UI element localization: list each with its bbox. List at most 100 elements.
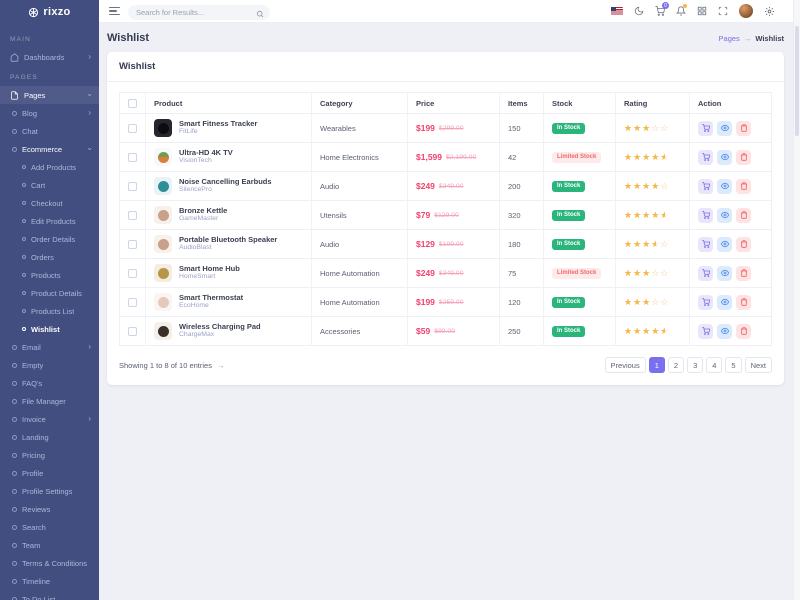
delete-button[interactable] bbox=[736, 266, 751, 281]
user-avatar[interactable] bbox=[739, 4, 753, 18]
delete-button[interactable] bbox=[736, 208, 751, 223]
page-button-3[interactable]: 3 bbox=[687, 357, 703, 373]
sidebar-item-products[interactable]: Products bbox=[0, 266, 99, 284]
sidebar-item-empty[interactable]: Empty bbox=[0, 356, 99, 374]
add-to-cart-button[interactable] bbox=[698, 150, 713, 165]
product-name[interactable]: Smart Thermostat bbox=[179, 293, 243, 302]
row-checkbox[interactable] bbox=[128, 211, 137, 220]
product-name[interactable]: Smart Home Hub bbox=[179, 264, 240, 273]
product-name[interactable]: Bronze Kettle bbox=[179, 206, 227, 215]
add-to-cart-button[interactable] bbox=[698, 324, 713, 339]
sidebar-item-dashboards[interactable]: Dashboards› bbox=[0, 48, 99, 66]
sidebar-item-profile[interactable]: Profile bbox=[0, 464, 99, 482]
delete-button[interactable] bbox=[736, 324, 751, 339]
sidebar-item-products-list[interactable]: Products List bbox=[0, 302, 99, 320]
sidebar-item-label: Profile bbox=[22, 469, 43, 478]
sidebar-item-timeline[interactable]: Timeline bbox=[0, 572, 99, 590]
previous-page-button[interactable]: Previous bbox=[605, 357, 646, 373]
add-to-cart-button[interactable] bbox=[698, 237, 713, 252]
fullscreen-icon[interactable] bbox=[718, 6, 728, 16]
sidebar-item-wishlist[interactable]: Wishlist bbox=[0, 320, 99, 338]
sidebar-item-checkout[interactable]: Checkout bbox=[0, 194, 99, 212]
dark-mode-moon-icon[interactable] bbox=[634, 6, 644, 16]
breadcrumb-parent[interactable]: Pages bbox=[719, 34, 740, 43]
column-header-rating: Rating bbox=[616, 93, 690, 113]
sidebar-item-invoice[interactable]: Invoice› bbox=[0, 410, 99, 428]
more-options-icon[interactable]: ⋮ bbox=[786, 6, 790, 17]
view-button[interactable] bbox=[717, 150, 732, 165]
page-button-5[interactable]: 5 bbox=[725, 357, 741, 373]
search-input[interactable] bbox=[128, 5, 270, 20]
row-checkbox[interactable] bbox=[128, 298, 137, 307]
sidebar-item-product-details[interactable]: Product Details bbox=[0, 284, 99, 302]
sidebar-item-chat[interactable]: Chat bbox=[0, 122, 99, 140]
sidebar-item-cart[interactable]: Cart bbox=[0, 176, 99, 194]
row-checkbox[interactable] bbox=[128, 327, 137, 336]
page-button-1[interactable]: 1 bbox=[649, 357, 665, 373]
sidebar-item-file-manager[interactable]: File Manager bbox=[0, 392, 99, 410]
view-button[interactable] bbox=[717, 237, 732, 252]
sidebar-item-terms-conditions[interactable]: Terms & Conditions bbox=[0, 554, 99, 572]
sidebar-item-email[interactable]: Email› bbox=[0, 338, 99, 356]
product-brand: SilencePro bbox=[179, 186, 272, 194]
app-logo[interactable]: rixzo bbox=[0, 0, 99, 24]
view-button[interactable] bbox=[717, 121, 732, 136]
sidebar-item-faq-s[interactable]: FAQ's bbox=[0, 374, 99, 392]
product-name[interactable]: Ultra-HD 4K TV bbox=[179, 148, 233, 157]
cart-icon[interactable]: 0 bbox=[655, 6, 665, 16]
delete-button[interactable] bbox=[736, 295, 751, 310]
sidebar-item-add-products[interactable]: Add Products bbox=[0, 158, 99, 176]
sidebar-item-team[interactable]: Team bbox=[0, 536, 99, 554]
sidebar-item-ecommerce[interactable]: Ecommerce› bbox=[0, 140, 99, 158]
page-button-4[interactable]: 4 bbox=[706, 357, 722, 373]
row-checkbox[interactable] bbox=[128, 182, 137, 191]
delete-button[interactable] bbox=[736, 237, 751, 252]
sidebar-item-reviews[interactable]: Reviews bbox=[0, 500, 99, 518]
scrollbar-thumb[interactable] bbox=[795, 26, 799, 136]
apps-grid-icon[interactable] bbox=[697, 6, 707, 16]
product-name[interactable]: Wireless Charging Pad bbox=[179, 322, 261, 331]
view-button[interactable] bbox=[717, 208, 732, 223]
sidebar-item-pricing[interactable]: Pricing bbox=[0, 446, 99, 464]
sidebar-item-order-details[interactable]: Order Details bbox=[0, 230, 99, 248]
select-all-checkbox[interactable] bbox=[128, 99, 137, 108]
bullet-icon bbox=[12, 525, 17, 530]
scrollbar[interactable] bbox=[793, 0, 800, 600]
sidebar-item-blog[interactable]: Blog› bbox=[0, 104, 99, 122]
sidebar-item-orders[interactable]: Orders bbox=[0, 248, 99, 266]
view-button[interactable] bbox=[717, 179, 732, 194]
sidebar-item-profile-settings[interactable]: Profile Settings bbox=[0, 482, 99, 500]
view-button[interactable] bbox=[717, 295, 732, 310]
page-button-2[interactable]: 2 bbox=[668, 357, 684, 373]
next-page-button[interactable]: Next bbox=[745, 357, 772, 373]
delete-button[interactable] bbox=[736, 121, 751, 136]
add-to-cart-button[interactable] bbox=[698, 266, 713, 281]
sidebar-item-search[interactable]: Search bbox=[0, 518, 99, 536]
row-checkbox[interactable] bbox=[128, 124, 137, 133]
product-name[interactable]: Smart Fitness Tracker bbox=[179, 119, 257, 128]
row-checkbox[interactable] bbox=[128, 153, 137, 162]
sidebar-item-edit-products[interactable]: Edit Products bbox=[0, 212, 99, 230]
stock-badge: Limited Stock bbox=[552, 152, 601, 163]
sidebar-item-pages[interactable]: Pages› bbox=[0, 86, 99, 104]
sidebar-item-to-do-list[interactable]: To Do List bbox=[0, 590, 99, 600]
delete-button[interactable] bbox=[736, 179, 751, 194]
view-button[interactable] bbox=[717, 266, 732, 281]
row-checkbox[interactable] bbox=[128, 269, 137, 278]
language-flag-icon[interactable] bbox=[611, 7, 623, 15]
hamburger-menu-icon[interactable] bbox=[109, 7, 120, 15]
add-to-cart-button[interactable] bbox=[698, 179, 713, 194]
notifications-bell-icon[interactable] bbox=[676, 6, 686, 16]
add-to-cart-button[interactable] bbox=[698, 295, 713, 310]
row-checkbox[interactable] bbox=[128, 240, 137, 249]
delete-button[interactable] bbox=[736, 150, 751, 165]
settings-gear-icon[interactable] bbox=[764, 6, 775, 17]
view-button[interactable] bbox=[717, 324, 732, 339]
sidebar-item-landing[interactable]: Landing bbox=[0, 428, 99, 446]
product-name[interactable]: Noise Cancelling Earbuds bbox=[179, 177, 272, 186]
add-to-cart-button[interactable] bbox=[698, 121, 713, 136]
add-to-cart-button[interactable] bbox=[698, 208, 713, 223]
product-thumbnail bbox=[154, 206, 172, 224]
sidebar-item-label: Orders bbox=[31, 253, 54, 262]
product-name[interactable]: Portable Bluetooth Speaker bbox=[179, 235, 277, 244]
